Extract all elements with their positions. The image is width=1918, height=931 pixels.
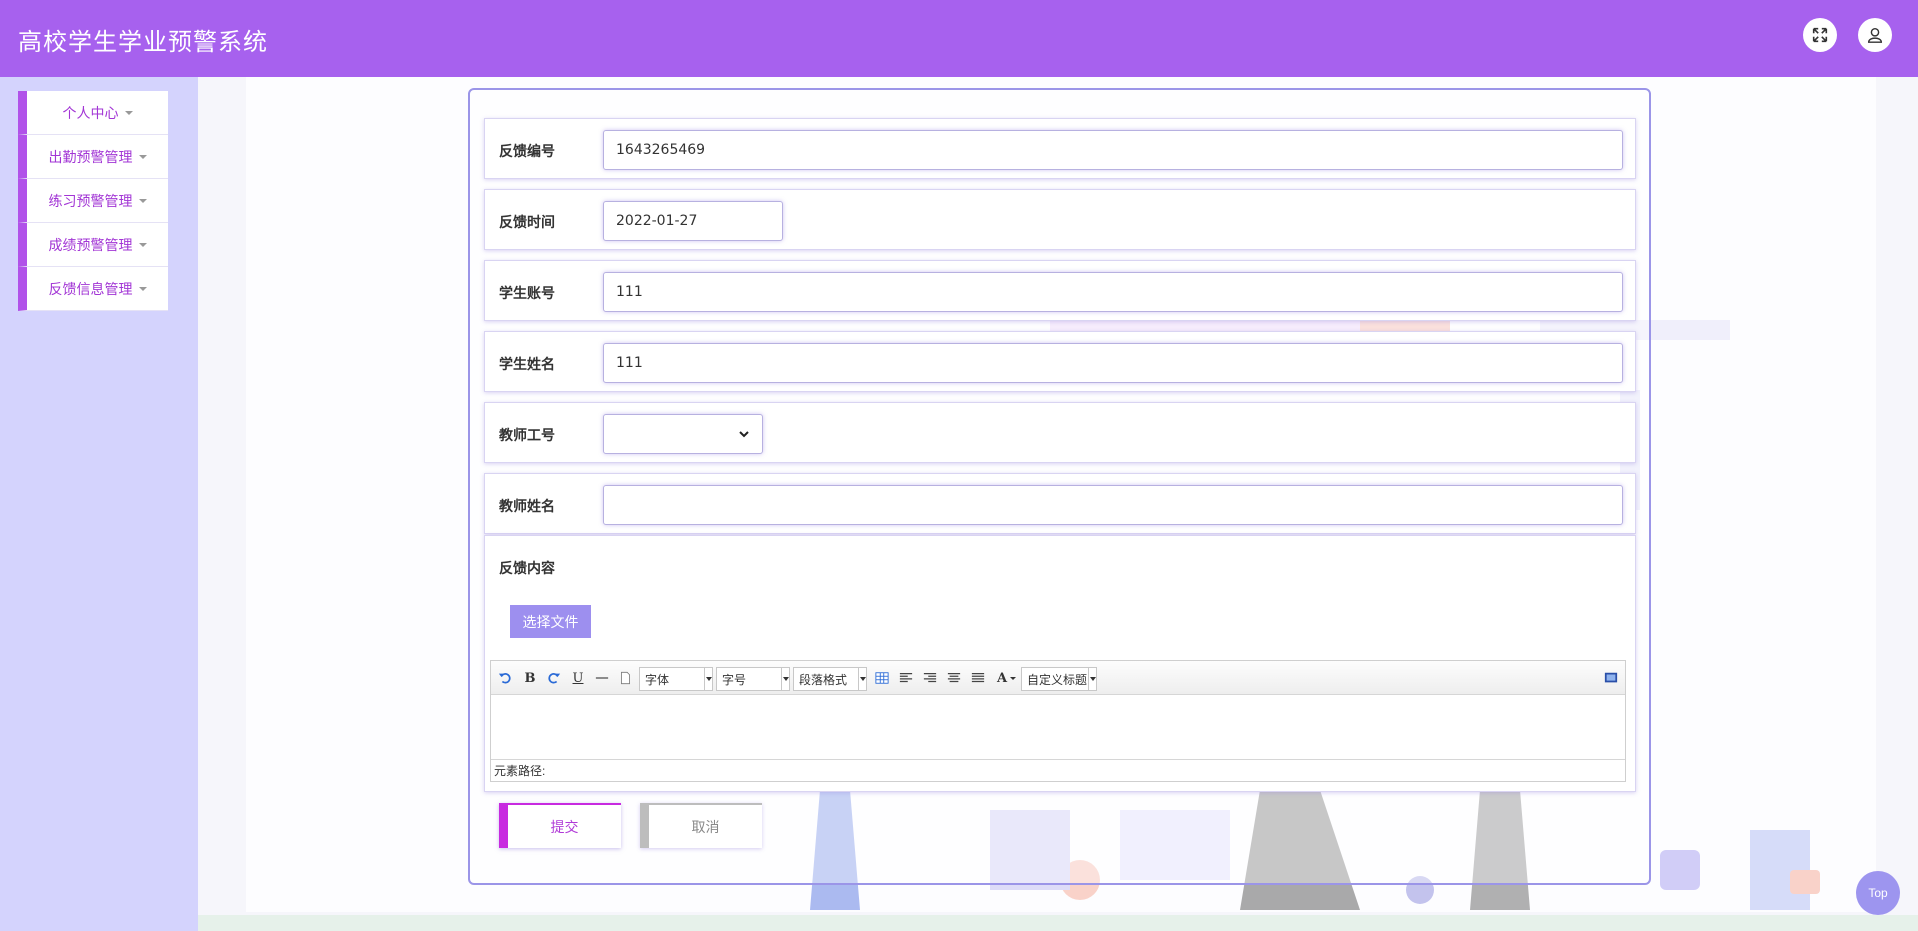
redo-icon[interactable] xyxy=(546,670,562,686)
feedback-no-input[interactable]: 1643265469 xyxy=(603,130,1623,170)
align-left-icon[interactable] xyxy=(898,670,914,686)
sidebar-item-feedback[interactable]: 反馈信息管理 xyxy=(18,267,168,311)
caret-down-icon xyxy=(138,154,147,159)
align-center-icon[interactable] xyxy=(946,670,962,686)
form-row-content: 反馈内容 选择文件 B U 字体 字号 段落格式 A 自定义标题 元素路径: xyxy=(484,535,1636,792)
expand-icon xyxy=(1812,27,1828,43)
align-justify-icon[interactable] xyxy=(970,670,986,686)
chevron-down-icon xyxy=(858,668,866,690)
user-icon xyxy=(1867,27,1883,43)
paragraph-format-value: 段落格式 xyxy=(799,672,848,687)
sidebar-item-exercise-warning[interactable]: 练习预警管理 xyxy=(18,179,168,223)
font-family-select[interactable]: 字体 xyxy=(639,667,713,691)
sidebar-item-label: 成绩预警管理 xyxy=(48,236,133,253)
sidebar-item-label: 练习预警管理 xyxy=(48,192,133,209)
sidebar-item-label: 个人中心 xyxy=(62,104,119,121)
app-header: 高校学生学业预警系统 xyxy=(0,0,1918,77)
font-family-value: 字体 xyxy=(645,672,670,687)
table-icon[interactable] xyxy=(874,670,890,686)
form-row-student-account: 学生账号 111 xyxy=(484,260,1636,321)
page-icon[interactable] xyxy=(617,670,633,686)
form-row-feedback-time: 反馈时间 2022-01-27 xyxy=(484,189,1636,250)
form-row-teacher-name: 教师姓名 xyxy=(484,473,1636,534)
font-color-icon[interactable]: A xyxy=(994,670,1010,686)
sidebar-item-grade-warning[interactable]: 成绩预警管理 xyxy=(18,223,168,267)
form-row-student-name: 学生姓名 111 xyxy=(484,331,1636,392)
app-title: 高校学生学业预警系统 xyxy=(18,29,268,56)
chevron-down-icon xyxy=(739,431,749,438)
sidebar-item-attendance-warning[interactable]: 出勤预警管理 xyxy=(18,135,168,179)
feedback-time-input[interactable]: 2022-01-27 xyxy=(603,201,783,241)
chevron-down-icon xyxy=(1088,668,1096,690)
feedback-no-label: 反馈编号 xyxy=(499,143,555,159)
sidebar-item-label: 反馈信息管理 xyxy=(48,280,133,297)
sidebar-item-label: 出勤预警管理 xyxy=(48,148,133,165)
content-label: 反馈内容 xyxy=(499,560,555,576)
caret-down-icon xyxy=(138,198,147,203)
back-to-top-button[interactable]: Top xyxy=(1856,871,1900,915)
form-row-teacher-no: 教师工号 xyxy=(484,402,1636,463)
cancel-button[interactable]: 取消 xyxy=(640,803,762,848)
submit-button[interactable]: 提交 xyxy=(499,803,621,848)
editor-content-area[interactable] xyxy=(491,695,1625,759)
sidebar-item-personal-center[interactable]: 个人中心 xyxy=(18,91,168,135)
fullscreen-button[interactable] xyxy=(1803,18,1837,52)
user-button[interactable] xyxy=(1858,18,1892,52)
form-row-feedback-no: 反馈编号 1643265469 xyxy=(484,118,1636,179)
undo-icon[interactable] xyxy=(497,670,513,686)
rich-text-editor: B U 字体 字号 段落格式 A 自定义标题 元素路径: xyxy=(490,660,1626,782)
custom-title-select[interactable]: 自定义标题 xyxy=(1021,667,1097,691)
footer-strip xyxy=(198,915,1918,931)
caret-down-icon xyxy=(138,286,147,291)
underline-icon[interactable]: U xyxy=(570,670,586,686)
sidebar-menu: 个人中心 出勤预警管理 练习预警管理 成绩预警管理 反馈信息管理 xyxy=(18,91,168,311)
horizontal-rule-icon[interactable] xyxy=(594,670,610,686)
choose-file-button[interactable]: 选择文件 xyxy=(510,605,591,638)
element-path-bar: 元素路径: xyxy=(491,759,1625,781)
feedback-time-label: 反馈时间 xyxy=(499,214,555,230)
student-name-label: 学生姓名 xyxy=(499,356,555,372)
align-right-icon[interactable] xyxy=(922,670,938,686)
student-account-input[interactable]: 111 xyxy=(603,272,1623,312)
student-account-label: 学生账号 xyxy=(499,285,555,301)
bold-icon[interactable]: B xyxy=(522,670,538,686)
font-size-select[interactable]: 字号 xyxy=(716,667,790,691)
custom-title-value: 自定义标题 xyxy=(1027,672,1088,687)
teacher-no-select[interactable] xyxy=(603,414,763,454)
font-size-value: 字号 xyxy=(722,672,747,687)
teacher-name-input[interactable] xyxy=(603,485,1623,525)
chevron-down-icon xyxy=(704,668,712,690)
teacher-no-label: 教师工号 xyxy=(499,427,555,443)
caret-down-icon xyxy=(124,110,133,115)
caret-down-icon xyxy=(138,242,147,247)
teacher-name-label: 教师姓名 xyxy=(499,498,555,514)
editor-toolbar: B U 字体 字号 段落格式 A 自定义标题 xyxy=(491,661,1625,695)
chevron-down-icon[interactable] xyxy=(1009,670,1017,686)
chevron-down-icon xyxy=(781,668,789,690)
paragraph-format-select[interactable]: 段落格式 xyxy=(793,667,867,691)
student-name-input[interactable]: 111 xyxy=(603,343,1623,383)
fullscreen-editor-icon[interactable] xyxy=(1603,670,1619,686)
